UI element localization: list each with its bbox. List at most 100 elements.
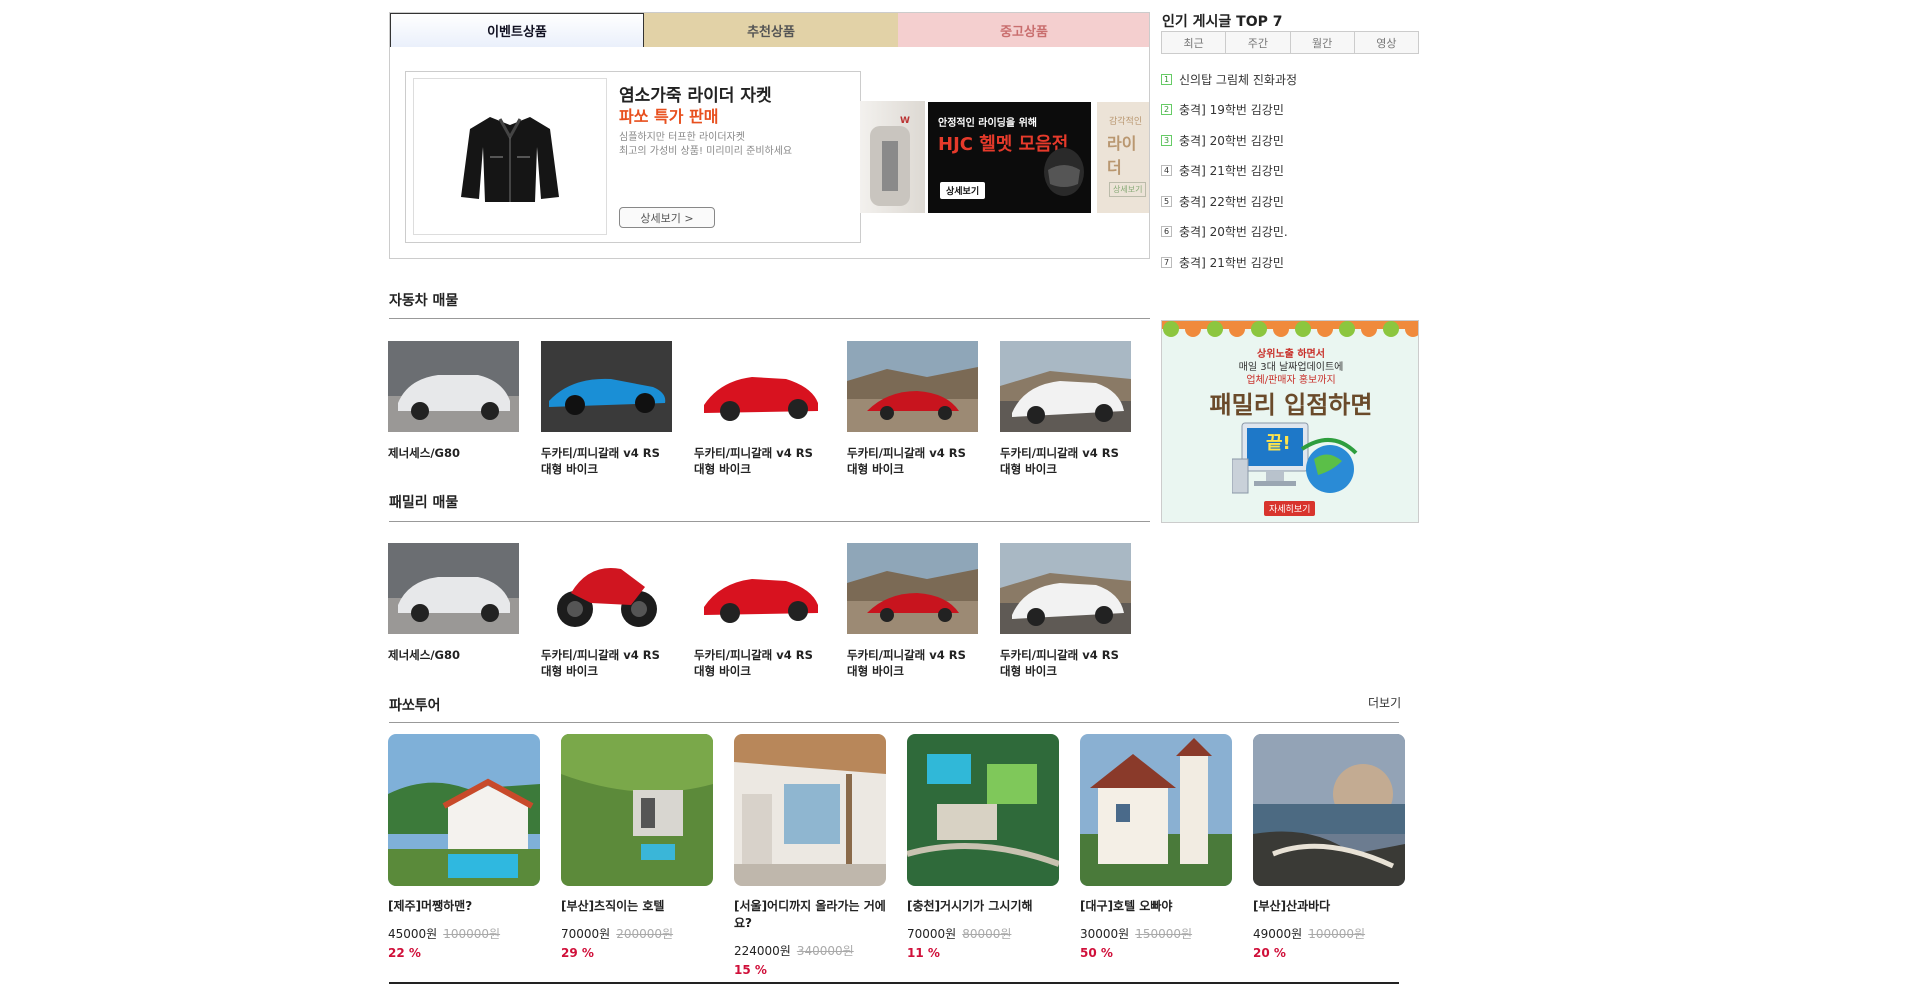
popular-post-item[interactable]: 5 충격] 22학번 김강민 — [1161, 186, 1419, 217]
car-listing-item[interactable]: 두카티/피니갈래 v4 RS 대형 바이크 — [541, 341, 672, 477]
family-listing-item[interactable]: 제너세스/G80 — [388, 543, 519, 663]
popular-post-item[interactable]: 1 신의탑 그림체 진화과정 — [1161, 64, 1419, 95]
car-listing-item[interactable]: 두카티/피니갈래 v4 RS 대형 바이크 — [1000, 341, 1131, 477]
tab-recommended-products[interactable]: 추천상품 — [644, 13, 898, 47]
listing-thumbnail[interactable] — [1000, 543, 1131, 634]
tour-thumbnail[interactable] — [907, 734, 1059, 886]
post-title[interactable]: 충격] 21학번 김강민 — [1179, 254, 1284, 271]
popular-post-item[interactable]: 2 충격] 19학번 김강민 — [1161, 95, 1419, 126]
car-listing-item[interactable]: 제너세스/G80 — [388, 341, 519, 461]
family-listing-item[interactable]: 두카티/피니갈래 v4 RS 대형 바이크 — [847, 543, 978, 679]
car-listing-item[interactable]: 두카티/피니갈래 v4 RS 대형 바이크 — [847, 341, 978, 477]
jacket-image — [413, 78, 607, 235]
tour-thumbnail[interactable] — [1253, 734, 1405, 886]
original-price: 80000원 — [962, 927, 1012, 941]
item-name[interactable]: 두카티/피니갈래 v4 RS 대형 바이크 — [694, 647, 825, 679]
family-listing-item[interactable]: 두카티/피니갈래 v4 RS 대형 바이크 — [694, 543, 825, 679]
item-name[interactable]: 두카티/피니갈래 v4 RS 대형 바이크 — [541, 647, 672, 679]
item-name[interactable]: 두카티/피니갈래 v4 RS 대형 바이크 — [1000, 445, 1131, 477]
post-title[interactable]: 충격] 20학번 김강민 — [1179, 132, 1284, 149]
tour-name[interactable]: [대구]호텔 오빠야 — [1080, 897, 1232, 914]
original-price: 100000원 — [443, 927, 501, 941]
ad-bubble-text: 끝! — [1266, 433, 1291, 454]
listing-thumbnail[interactable] — [388, 543, 519, 634]
tour-name[interactable]: [부산]츠직이는 호텔 — [561, 897, 713, 914]
tab-recent[interactable]: 최근 — [1162, 32, 1227, 53]
rank-badge: 3 — [1161, 134, 1172, 146]
car-thumbnail[interactable] — [1000, 341, 1131, 432]
tab-event-products[interactable]: 이벤트상품 — [390, 13, 644, 47]
item-name[interactable]: 제너세스/G80 — [388, 445, 519, 461]
helmet-banner-caption: 안정적인 라이딩을 위해 — [938, 118, 1037, 129]
popular-post-item[interactable]: 4 충격] 21학번 김강민 — [1161, 156, 1419, 187]
banner-detail-button[interactable]: 상세보기 — [1109, 182, 1147, 197]
rank-badge: 2 — [1161, 104, 1172, 116]
listing-thumbnail[interactable] — [847, 543, 978, 634]
post-title[interactable]: 충격] 21학번 김강민 — [1179, 162, 1284, 179]
promo-subtitle: 파쏘 특가 판매 — [619, 107, 719, 126]
ad-detail-button[interactable]: 자세히보기 — [1264, 501, 1316, 516]
tour-thumbnail[interactable] — [561, 734, 713, 886]
tour-thumbnail[interactable] — [388, 734, 540, 886]
tour-item[interactable]: [대구]호텔 오빠야 30000원 150000원 50 % — [1080, 734, 1232, 960]
footer-divider — [389, 982, 1399, 984]
listing-thumbnail[interactable] — [694, 543, 825, 634]
popular-posts-list: 1 신의탑 그림체 진화과정 2 충격] 19학번 김강민 3 충격] 20학번 김강… — [1161, 64, 1419, 278]
car-thumbnail[interactable] — [541, 341, 672, 432]
tour-name[interactable]: [제주]머쨍하맨? — [388, 897, 540, 914]
car-listing-item[interactable]: 두카티/피니갈래 v4 RS 대형 바이크 — [694, 341, 825, 477]
rank-badge: 5 — [1161, 195, 1172, 207]
item-name[interactable]: 두카티/피니갈래 v4 RS 대형 바이크 — [847, 647, 978, 679]
tour-name[interactable]: [서울]어디까지 올라가는 거에요? — [734, 897, 886, 931]
tour-item[interactable]: [부산]산과바다 49000원 100000원 20 % — [1253, 734, 1405, 960]
banner-title: 라이더 — [1107, 134, 1137, 177]
post-title[interactable]: 충격] 22학번 김강민 — [1179, 193, 1284, 210]
promo-detail-button[interactable]: 상세보기 > — [619, 207, 715, 228]
family-listing-item[interactable]: 두카티/피니갈래 v4 RS 대형 바이크 — [541, 543, 672, 679]
tour-item[interactable]: [부산]츠직이는 호텔 70000원 200000원 29 % — [561, 734, 713, 960]
tour-name[interactable]: [부산]산과바다 — [1253, 897, 1405, 914]
sale-price: 70000원 — [561, 927, 611, 941]
post-title[interactable]: 충격] 19학번 김강민 — [1179, 101, 1284, 118]
family-listing-item[interactable]: 두카티/피니갈래 v4 RS 대형 바이크 — [1000, 543, 1131, 679]
popular-post-item[interactable]: 3 충격] 20학번 김강민 — [1161, 125, 1419, 156]
rider-banner-right-partial[interactable]: 감각적인 라이더 상세보기 — [1097, 102, 1149, 213]
sale-price: 70000원 — [907, 927, 957, 941]
item-name[interactable]: 제너세스/G80 — [388, 647, 519, 663]
tour-thumbnail[interactable] — [734, 734, 886, 886]
car-thumbnail[interactable] — [388, 341, 519, 432]
car-thumbnail[interactable] — [694, 341, 825, 432]
post-title[interactable]: 충격] 20학번 김강민. — [1179, 223, 1288, 240]
hjc-helmet-banner[interactable]: 안정적인 라이딩을 위해 HJC 헬멧 모음전 상세보기 — [928, 102, 1091, 213]
item-name[interactable]: 두카티/피니갈래 v4 RS 대형 바이크 — [847, 445, 978, 477]
family-signup-ad[interactable]: 상위노출 하면서 매일 3대 날짜업데이트에 업체/판매자 홍보까지 패밀리 입… — [1161, 320, 1419, 523]
helmet-detail-button[interactable]: 상세보기 — [940, 182, 986, 199]
tour-item[interactable]: [제주]머쨍하맨? 45000원 100000원 22 % — [388, 734, 540, 960]
item-name[interactable]: 두카티/피니갈래 v4 RS 대형 바이크 — [1000, 647, 1131, 679]
popular-post-item[interactable]: 6 충격] 20학번 김강민. — [1161, 217, 1419, 248]
item-name[interactable]: 두카티/피니갈래 v4 RS 대형 바이크 — [694, 445, 825, 477]
original-price: 200000원 — [616, 927, 674, 941]
more-link[interactable]: 더보기 — [1368, 694, 1401, 711]
tour-price-row: 70000원 200000원 — [561, 925, 713, 942]
tour-item[interactable]: [서울]어디까지 올라가는 거에요? 224000원 340000원 15 % — [734, 734, 886, 977]
helmet-icon — [1044, 148, 1084, 196]
tab-used-products[interactable]: 중고상품 — [898, 13, 1149, 47]
tab-monthly[interactable]: 월간 — [1290, 32, 1355, 53]
popular-post-item[interactable]: 7 충격] 21학번 김강민 — [1161, 247, 1419, 278]
tab-weekly[interactable]: 주간 — [1226, 32, 1291, 53]
rank-badge: 6 — [1161, 226, 1172, 238]
post-title[interactable]: 신의탑 그림체 진화과정 — [1179, 71, 1297, 88]
tour-thumbnail[interactable] — [1080, 734, 1232, 886]
item-name[interactable]: 두카티/피니갈래 v4 RS 대형 바이크 — [541, 445, 672, 477]
tour-name[interactable]: [충천]거시기가 그시기해 — [907, 897, 1059, 914]
resort-aerial-image — [907, 734, 1059, 886]
car-thumbnail[interactable] — [847, 341, 978, 432]
promo-card[interactable]: 염소가죽 라이더 자켓 파쏘 특가 판매 심플하지만 터프한 라이더자켓 최고의… — [405, 71, 861, 243]
forest-hotel-image — [561, 734, 713, 886]
european-house-image — [1080, 734, 1232, 886]
tour-item[interactable]: [충천]거시기가 그시기해 70000원 80000원 11 % — [907, 734, 1059, 960]
listing-thumbnail[interactable] — [541, 543, 672, 634]
rider-banner-partial[interactable]: W — [860, 101, 925, 213]
tab-video[interactable]: 영상 — [1354, 32, 1418, 53]
